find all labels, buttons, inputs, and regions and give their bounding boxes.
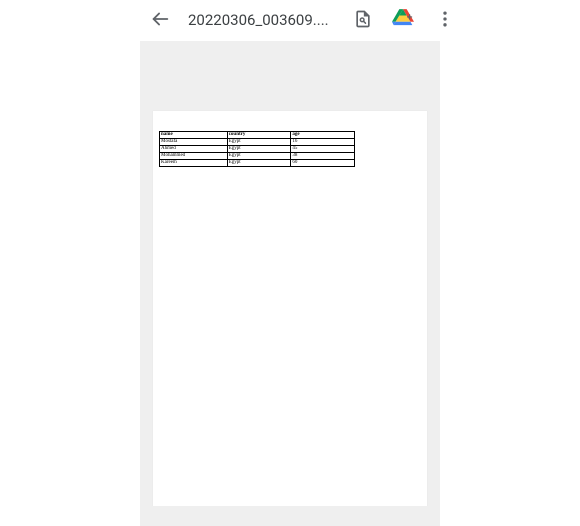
viewer-area: name country age Mostafa Egypt 16 Ahmed … [0,40,580,525]
top-margin [140,41,440,111]
more-vert-icon [435,9,455,32]
svg-text:+: + [406,12,412,23]
cell-age: 16 [291,139,355,146]
cell-country: Egypt [227,146,291,153]
table-row: Ahmed Egypt 45 [160,146,355,153]
table-header-row: name country age [160,132,355,139]
table-row: Kareem Egypt 60 [160,160,355,167]
toolbar: 20220306_003609.... + [0,0,580,40]
bottom-margin [140,506,440,526]
cell-age: 38 [291,153,355,160]
find-in-page-icon [353,9,373,32]
data-table: name country age Mostafa Egypt 16 Ahmed … [159,131,355,167]
cell-age: 60 [291,160,355,167]
find-in-page-button[interactable] [343,0,383,40]
save-to-drive-button[interactable]: + [383,0,423,40]
page-background: name country age Mostafa Egypt 16 Ahmed … [140,41,440,526]
back-button[interactable] [140,0,180,40]
cell-name: Ahmed [160,146,228,153]
header-age: age [291,132,355,139]
cell-age: 45 [291,146,355,153]
cell-name: Kareem [160,160,228,167]
table-row: Mohammed Egypt 38 [160,153,355,160]
cell-country: Egypt [227,153,291,160]
cell-country: Egypt [227,160,291,167]
cell-name: Mohammed [160,153,228,160]
document-title: 20220306_003609.... [180,11,343,29]
cell-country: Egypt [227,139,291,146]
header-name: name [160,132,228,139]
table-row: Mostafa Egypt 16 [160,139,355,146]
back-arrow-icon [149,8,171,33]
document-page[interactable]: name country age Mostafa Egypt 16 Ahmed … [153,111,427,506]
header-country: country [227,132,291,139]
cell-name: Mostafa [160,139,228,146]
overflow-menu-button[interactable] [425,0,465,40]
google-drive-icon: + [392,9,414,32]
